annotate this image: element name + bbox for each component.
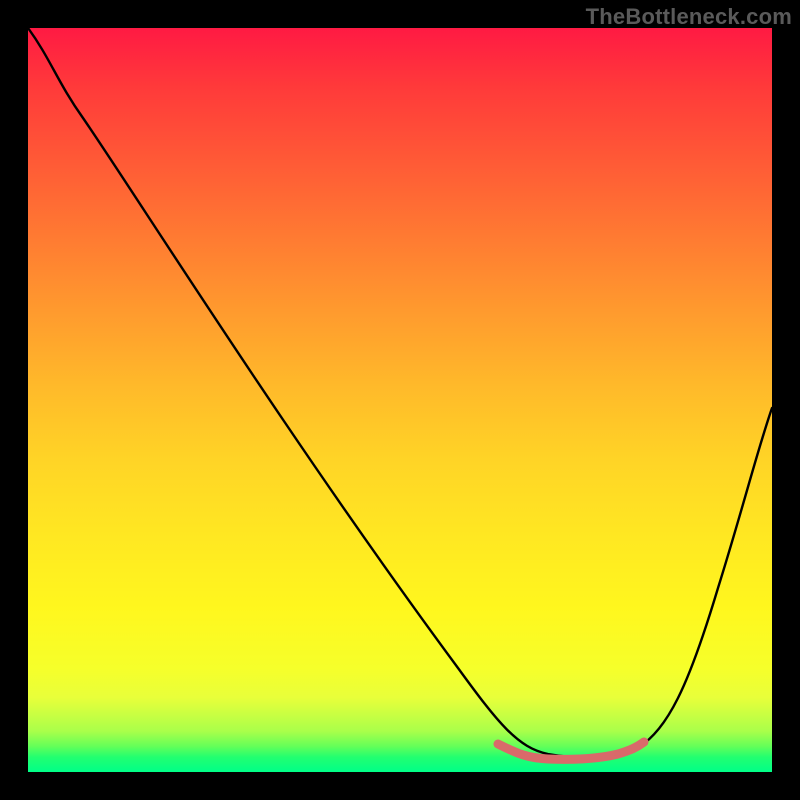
series-trough-highlight [498, 742, 644, 759]
chart-plot-area [28, 28, 772, 772]
watermark-text: TheBottleneck.com [586, 4, 792, 30]
series-curve [28, 28, 772, 757]
chart-stage: TheBottleneck.com [0, 0, 800, 800]
chart-svg [28, 28, 772, 772]
